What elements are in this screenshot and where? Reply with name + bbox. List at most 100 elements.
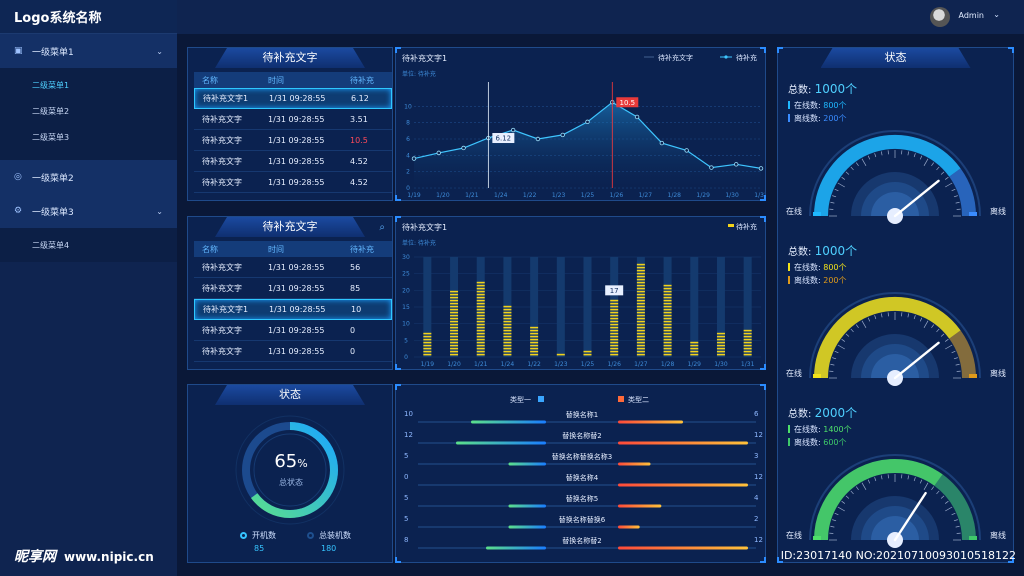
- gauge-tick: [944, 500, 949, 504]
- bar-segment: [610, 311, 619, 314]
- cell-value: 3.51: [350, 114, 368, 124]
- table-row[interactable]: 待补充文字 1/31 09:28:55 4.52: [194, 151, 392, 172]
- bar-segment: [636, 353, 645, 356]
- hbar-panel: 类型一 类型二 替换名称1 10 6 替换名称替2 12 12 替换名称替换名称3 5 3 替换名…: [395, 384, 766, 563]
- gauge-tick: [944, 338, 949, 342]
- bar-segment: [476, 353, 485, 356]
- chevron-down-icon[interactable]: ⌄: [993, 10, 1000, 19]
- bar-segment: [663, 314, 672, 317]
- bar-segment: [663, 353, 672, 356]
- gauge-tick: [874, 153, 877, 158]
- panel-title: 待补充文字: [215, 217, 365, 237]
- gauge-tick: [913, 315, 916, 320]
- bar-segment: [610, 338, 619, 341]
- bar-segment: [716, 344, 725, 347]
- gauge-start-label: 在线: [786, 531, 802, 540]
- gauge-tick: [880, 313, 883, 318]
- bar-segment: [636, 263, 645, 266]
- bar-segment: [743, 347, 752, 350]
- x-tick-label: 1/23: [552, 192, 566, 199]
- hbar-left: [508, 462, 546, 466]
- bar-segment: [450, 314, 459, 317]
- gauge-end-label: 离线: [990, 207, 1006, 216]
- bar-segment: [450, 326, 459, 329]
- y-tick-label: 4: [406, 152, 410, 159]
- gauge-start-label: 在线: [786, 369, 802, 378]
- bar-segment: [636, 284, 645, 287]
- bar-segment: [610, 305, 619, 308]
- bar-segment: [663, 344, 672, 347]
- gauge-tick: [834, 350, 839, 354]
- avatar[interactable]: [930, 7, 950, 27]
- hbar-right: [618, 420, 683, 424]
- watermark-domain: www.nipic.cn: [64, 550, 154, 564]
- bar-segment: [450, 329, 459, 332]
- bar-segment: [423, 338, 432, 341]
- table-row[interactable]: 待补充文字1 1/31 09:28:55 10: [194, 299, 392, 320]
- sidebar-subitem-1[interactable]: 二级菜单1: [0, 72, 177, 98]
- cell-value: 4.52: [350, 156, 368, 166]
- gauge-tick: [850, 490, 854, 495]
- bar-segment: [476, 332, 485, 335]
- gauge-tick: [940, 171, 945, 175]
- bar-segment: [503, 347, 512, 350]
- gauge-tick: [850, 166, 854, 171]
- bar-segment: [663, 317, 672, 320]
- bar-segment: [610, 323, 619, 326]
- gauge-tick: [907, 151, 910, 156]
- cell-value: 56: [350, 262, 361, 272]
- gauge-start-label: 在线: [786, 207, 802, 216]
- data-point: [535, 136, 541, 142]
- gauge-tick: [841, 176, 846, 180]
- table-row[interactable]: 待补充文字 1/31 09:28:55 10.5: [194, 130, 392, 151]
- sidebar-menu-2[interactable]: ◎ 一级菜单2: [0, 160, 177, 194]
- gauge-tick: [834, 512, 839, 516]
- gauge-tick: [951, 188, 956, 192]
- gauge-tick: [841, 338, 846, 342]
- x-tick-label: 1/28: [668, 192, 682, 199]
- sidebar-menu-1[interactable]: ▣ 一级菜单1 ⌄: [0, 34, 177, 68]
- legend-value-1: 85: [254, 544, 265, 553]
- table-row[interactable]: 待补充文字 1/31 09:28:55 3.51: [194, 109, 392, 130]
- table-row[interactable]: 待补充文字1 1/31 09:28:55 6.12: [194, 88, 392, 109]
- cell-time: 1/31 09:28:55: [268, 135, 325, 145]
- bar-segment: [530, 329, 539, 332]
- bar-segment: [476, 341, 485, 344]
- x-tick-label: 1/27: [634, 361, 648, 368]
- cell-name: 待补充文字: [202, 262, 242, 272]
- col-header-value: 待补充: [350, 244, 374, 254]
- table-row[interactable]: 待补充文字 1/31 09:28:55 0: [194, 320, 392, 341]
- gauge-tick: [855, 486, 859, 491]
- legend-value-2: 180: [321, 544, 337, 553]
- y-tick-label: 15: [402, 304, 410, 311]
- search-icon[interactable]: ⌕: [379, 222, 385, 233]
- hbar-right: [618, 546, 748, 550]
- bar-segment: [636, 278, 645, 281]
- sidebar-subitem-2[interactable]: 二级菜单2: [0, 98, 177, 124]
- table-row[interactable]: 待补充文字 1/31 09:28:55 4.52: [194, 172, 392, 193]
- line-chart-panel: 待补充文字1 单位: 待补充 待补充文字 待补充 0 2 4 6 8 10 1/19 1/20…: [395, 47, 766, 201]
- bar-segment: [663, 308, 672, 311]
- sidebar-subitem-3[interactable]: 二级菜单3: [0, 124, 177, 150]
- table-row[interactable]: 待补充文字 1/31 09:28:55 56: [194, 257, 392, 278]
- user-name[interactable]: Admin: [959, 11, 985, 20]
- bar-segment: [636, 341, 645, 344]
- gauge-tick: [845, 333, 850, 337]
- bar-segment: [423, 344, 432, 347]
- x-tick-label: 1/21: [465, 192, 479, 199]
- bar-segment: [423, 347, 432, 350]
- sidebar-subitem-4[interactable]: 二级菜单4: [0, 232, 177, 258]
- sidebar-menu-3[interactable]: ⚙ 一级菜单3 ⌄: [0, 194, 177, 228]
- table-row[interactable]: 待补充文字 1/31 09:28:55 0: [194, 341, 392, 362]
- app-logo[interactable]: Logo系统名称: [0, 0, 177, 34]
- cell-time: 1/31 09:28:55: [268, 283, 325, 293]
- x-tick-label: 1/22: [523, 192, 537, 199]
- y-tick-label: 5: [404, 337, 408, 344]
- gauge-tick: [936, 166, 940, 171]
- gauge-tick: [945, 506, 953, 512]
- table-panel-2: 待补充文字 ⌕ 名称 时间 待补充 待补充文字 1/31 09:28:55 56…: [187, 216, 393, 370]
- table-row[interactable]: 待补充文字 1/31 09:28:55 85: [194, 278, 392, 299]
- bar-segment: [476, 305, 485, 308]
- cell-value: 6.12: [351, 94, 369, 103]
- bar-segment: [716, 353, 725, 356]
